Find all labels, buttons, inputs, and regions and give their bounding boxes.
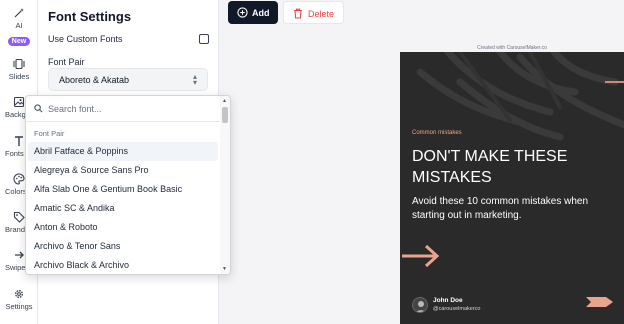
slides-icon bbox=[13, 58, 25, 70]
add-button[interactable]: Add bbox=[228, 1, 278, 24]
sidebar-item-label: Settings bbox=[5, 302, 33, 311]
slide-credit: Created with CarouselMaker.co bbox=[477, 45, 547, 51]
use-custom-fonts-label: Use Custom Fonts bbox=[48, 34, 123, 44]
font-pair-select[interactable]: Aboreto & Akatab ▴ ▾ bbox=[48, 68, 208, 91]
dropdown-group-label: Font Pair bbox=[34, 129, 65, 138]
chevron-up-down-icon: ▴ ▾ bbox=[192, 72, 197, 87]
author-handle: @carouselmakerco bbox=[433, 306, 481, 312]
delete-button[interactable]: Delete bbox=[283, 1, 344, 24]
dropdown-scrollbar[interactable]: ▲ ▼ bbox=[220, 96, 230, 274]
magic-wand-icon bbox=[14, 8, 24, 18]
avatar bbox=[412, 297, 428, 313]
delete-button-label: Delete bbox=[308, 9, 335, 19]
font-pair-label: Font Pair bbox=[48, 57, 85, 67]
sidebar-item-slides[interactable]: Slides bbox=[0, 58, 37, 81]
text-icon bbox=[15, 136, 23, 146]
font-option[interactable]: Alfa Slab One & Gentium Book Basic bbox=[28, 180, 218, 199]
arrow-right-icon bbox=[402, 244, 440, 268]
slide-subtitle: Avoid these 10 common mistakes when star… bbox=[412, 196, 589, 221]
image-icon bbox=[13, 96, 25, 108]
plus-circle-icon bbox=[237, 7, 248, 18]
font-option[interactable]: Archivo & Tenor Sans bbox=[28, 237, 218, 256]
panel-title: Font Settings bbox=[48, 9, 132, 24]
chevron-right-icon bbox=[586, 297, 613, 307]
use-custom-fonts-checkbox[interactable] bbox=[199, 34, 209, 44]
sidebar-item-ai[interactable]: AI New bbox=[0, 7, 37, 48]
font-option[interactable]: Alegreya & Source Sans Pro bbox=[28, 161, 218, 180]
add-button-label: Add bbox=[252, 8, 270, 18]
scroll-down-icon[interactable]: ▼ bbox=[222, 266, 227, 272]
author-name: John Doe bbox=[433, 297, 463, 304]
font-pair-dropdown: Font Pair Abril Fatface & Poppins Alegre… bbox=[25, 95, 231, 275]
palette-icon bbox=[13, 173, 25, 185]
slide-preview[interactable]: Common mistakes DON'T MAKE THESE MISTAKE… bbox=[400, 52, 624, 324]
search-icon bbox=[34, 104, 43, 113]
tag-icon bbox=[13, 211, 25, 223]
arrow-right-icon bbox=[15, 251, 24, 259]
font-option[interactable]: Amatic SC & Andika bbox=[28, 199, 218, 218]
leaf-decoration bbox=[416, 52, 624, 141]
font-option[interactable]: Abril Fatface & Poppins bbox=[28, 142, 218, 161]
font-option[interactable]: Archivo Black & Archivo bbox=[28, 256, 218, 274]
sidebar-item-settings[interactable]: Settings bbox=[0, 288, 37, 311]
new-badge: New bbox=[7, 37, 31, 46]
font-option[interactable]: Anton & Roboto bbox=[28, 218, 218, 237]
scroll-up-icon[interactable]: ▲ bbox=[222, 98, 227, 104]
slide-headline: DON'T MAKE THESE MISTAKES bbox=[412, 148, 568, 186]
font-search-input[interactable] bbox=[48, 102, 208, 116]
slide-kicker: Common mistakes bbox=[412, 130, 462, 136]
sidebar-item-label: AI bbox=[15, 21, 23, 30]
font-search bbox=[26, 96, 222, 122]
scrollbar-thumb[interactable] bbox=[222, 107, 228, 123]
gear-icon bbox=[15, 290, 23, 298]
font-pair-value: Aboreto & Akatab bbox=[59, 75, 130, 85]
trash-icon bbox=[294, 8, 302, 19]
sidebar-item-label: Slides bbox=[8, 72, 30, 81]
